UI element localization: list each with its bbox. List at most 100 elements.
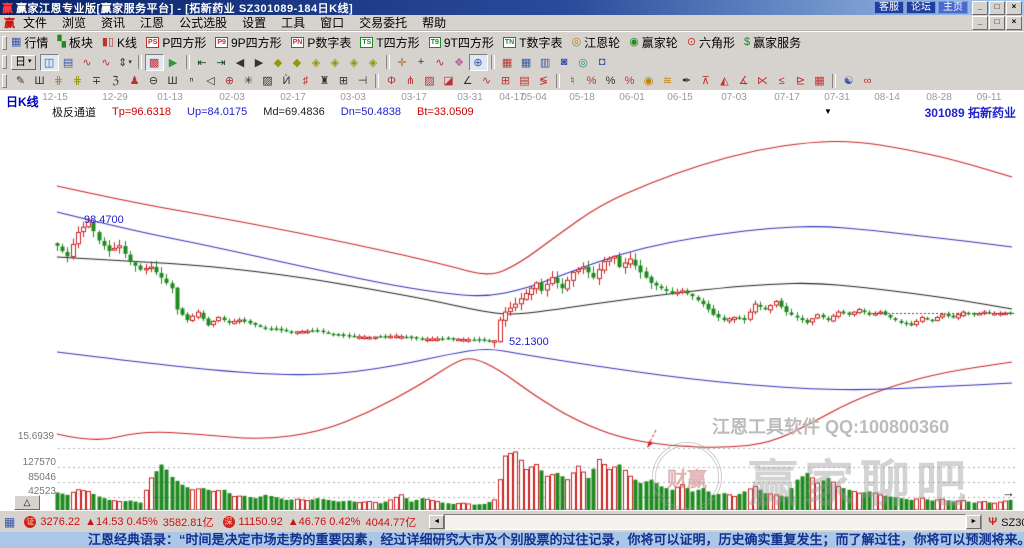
view-tool-icon[interactable]: ◘ xyxy=(593,54,612,71)
toolbar-button[interactable]: ▚ 板块 xyxy=(57,34,92,51)
view-tool-icon[interactable]: ◙ xyxy=(555,54,574,71)
draw-tool-icon[interactable]: ⊵ xyxy=(791,72,810,89)
child-window-control-button[interactable]: _ xyxy=(972,15,988,30)
view-tool-icon[interactable]: ⇥ xyxy=(212,54,231,71)
draw-tool-icon[interactable]: ✒ xyxy=(677,72,696,89)
toolbar-button[interactable]: ⊙ 六角形 xyxy=(687,34,735,51)
scroll-right-arrow-icon[interactable]: → xyxy=(1002,485,1015,500)
draw-tool-icon[interactable]: Ѝ xyxy=(277,72,296,89)
draw-tool-icon[interactable]: ⁿ xyxy=(182,72,201,89)
draw-tool-icon[interactable]: ♟ xyxy=(125,72,144,89)
toolbar-button[interactable]: ◉ 赢家轮 xyxy=(629,34,678,51)
draw-tool-icon[interactable]: % xyxy=(582,72,601,89)
toolbar-button[interactable]: PN P数字表 xyxy=(290,34,351,51)
draw-tool-icon[interactable]: ⊼ xyxy=(696,72,715,89)
draw-tool-icon[interactable]: % xyxy=(601,72,620,89)
menu-item[interactable]: 帮助 xyxy=(422,14,446,31)
view-tool-icon[interactable]: ▦ xyxy=(517,54,536,71)
toolbar-button[interactable]: $ 赢家服务 xyxy=(744,34,801,51)
child-window-control-button[interactable]: × xyxy=(1006,15,1022,30)
draw-tool-icon[interactable]: ♜ xyxy=(315,72,334,89)
view-tool-icon[interactable]: ◈ xyxy=(307,54,326,71)
view-tool-icon[interactable]: + xyxy=(412,54,431,71)
view-tool-icon[interactable]: ❖ xyxy=(450,54,469,71)
draw-tool-icon[interactable]: ◪ xyxy=(439,72,458,89)
window-control-button[interactable]: _ xyxy=(972,0,988,15)
toolbar-button[interactable]: ▦ 行情 xyxy=(11,34,48,51)
toolbar-button[interactable]: ◎ 江恩轮 xyxy=(572,34,621,51)
view-tool-icon[interactable]: ◀ xyxy=(231,54,250,71)
view-tool-icon[interactable]: ▦ xyxy=(498,54,517,71)
draw-tool-icon[interactable]: % xyxy=(620,72,639,89)
draw-tool-icon[interactable]: ⋉ xyxy=(753,72,772,89)
toolbar-grip[interactable] xyxy=(2,73,7,88)
menu-item[interactable]: 窗口 xyxy=(320,14,344,31)
draw-tool-icon[interactable]: Ш xyxy=(163,72,182,89)
period-dropdown[interactable]: 日 ▾ xyxy=(11,54,36,70)
toolbar-button[interactable]: T9 9T四方形 xyxy=(428,34,494,51)
draw-tool-icon[interactable]: ♯ xyxy=(296,72,315,89)
view-tool-icon[interactable]: ◈ xyxy=(326,54,345,71)
view-tool-icon[interactable]: ∿ xyxy=(78,54,97,71)
draw-tool-icon[interactable]: ♮ xyxy=(563,72,582,89)
quick-link-button[interactable]: 客服 xyxy=(874,1,904,14)
view-tool-icon[interactable]: ▤ xyxy=(59,54,78,71)
view-tool-icon[interactable]: ◆ xyxy=(269,54,288,71)
toolbar-button[interactable]: P9 9P四方形 xyxy=(215,34,282,51)
toolbar-button[interactable]: PS P四方形 xyxy=(146,34,206,51)
draw-tool-icon[interactable]: ⊣ xyxy=(353,72,372,89)
view-tool-icon[interactable]: ◆ xyxy=(288,54,307,71)
draw-tool-icon[interactable]: ⋔ xyxy=(401,72,420,89)
draw-tool-icon[interactable]: ≶ xyxy=(534,72,553,89)
draw-tool-icon[interactable]: ⊞ xyxy=(496,72,515,89)
quick-link-button[interactable]: 论坛 xyxy=(906,1,936,14)
draw-tool-icon[interactable]: ⋕ xyxy=(49,72,68,89)
child-window-control-button[interactable]: □ xyxy=(989,15,1005,30)
draw-tool-icon[interactable]: ∓ xyxy=(87,72,106,89)
toolbar-button[interactable]: TS T四方形 xyxy=(360,34,420,51)
view-tool-icon[interactable]: ◫ xyxy=(39,53,59,71)
sse-index-value[interactable]: 3276.22 xyxy=(40,516,80,528)
quick-link-button[interactable]: 主页 xyxy=(938,1,968,14)
draw-tool-icon[interactable]: ▨ xyxy=(420,72,439,89)
view-tool-icon[interactable]: ∿ xyxy=(97,54,116,71)
view-tool-icon[interactable]: ▩ xyxy=(144,53,164,71)
draw-tool-icon[interactable]: ⋕ xyxy=(68,72,87,89)
toolbar-grip[interactable] xyxy=(2,35,7,50)
view-tool-icon[interactable]: ⊕ xyxy=(468,53,488,71)
draw-tool-icon[interactable]: ✎ xyxy=(11,72,30,89)
menu-item[interactable]: 江恩 xyxy=(140,14,164,31)
calendar-grid-icon[interactable]: ▦ xyxy=(4,515,15,529)
view-tool-icon[interactable]: ✛ xyxy=(393,54,412,71)
draw-tool-icon[interactable]: ∠ xyxy=(458,72,477,89)
toolbar-grip[interactable] xyxy=(2,55,7,69)
menu-item[interactable]: 文件 xyxy=(23,14,47,31)
view-tool-icon[interactable]: ◈ xyxy=(364,54,383,71)
draw-tool-icon[interactable]: ∞ xyxy=(858,72,877,89)
draw-tool-icon[interactable]: ◭ xyxy=(715,72,734,89)
menu-item[interactable]: 资讯 xyxy=(101,14,125,31)
view-tool-icon[interactable]: ⇕ xyxy=(116,54,135,71)
draw-tool-icon[interactable]: ▤ xyxy=(515,72,534,89)
toolbar-button[interactable]: ▮▯ K线 xyxy=(102,34,137,51)
window-control-button[interactable]: □ xyxy=(989,0,1005,15)
draw-tool-icon[interactable]: ∿ xyxy=(477,72,496,89)
view-tool-icon[interactable]: ▥ xyxy=(536,54,555,71)
draw-tool-icon[interactable]: ⊞ xyxy=(334,72,353,89)
draw-tool-icon[interactable]: ✳ xyxy=(239,72,258,89)
draw-tool-icon[interactable]: ◁ xyxy=(201,72,220,89)
menu-item[interactable]: 工具 xyxy=(281,14,305,31)
draw-tool-icon[interactable]: ⊖ xyxy=(144,72,163,89)
menu-item[interactable]: 浏览 xyxy=(62,14,86,31)
view-tool-icon[interactable]: ◎ xyxy=(574,54,593,71)
szse-index-value[interactable]: 11150.92 xyxy=(239,516,283,528)
draw-tool-icon[interactable]: ▨ xyxy=(258,72,277,89)
draw-tool-icon[interactable]: ∡ xyxy=(734,72,753,89)
view-tool-icon[interactable]: ⇤ xyxy=(193,54,212,71)
scroll-right-button[interactable]: ► xyxy=(966,515,982,529)
pane-toggle-button[interactable]: △ xyxy=(14,495,40,510)
draw-tool-icon[interactable]: Ш xyxy=(30,72,49,89)
draw-tool-icon[interactable]: ℨ xyxy=(106,72,125,89)
draw-tool-icon[interactable]: ≊ xyxy=(658,72,677,89)
toolbar-button[interactable]: TN T数字表 xyxy=(502,34,563,51)
